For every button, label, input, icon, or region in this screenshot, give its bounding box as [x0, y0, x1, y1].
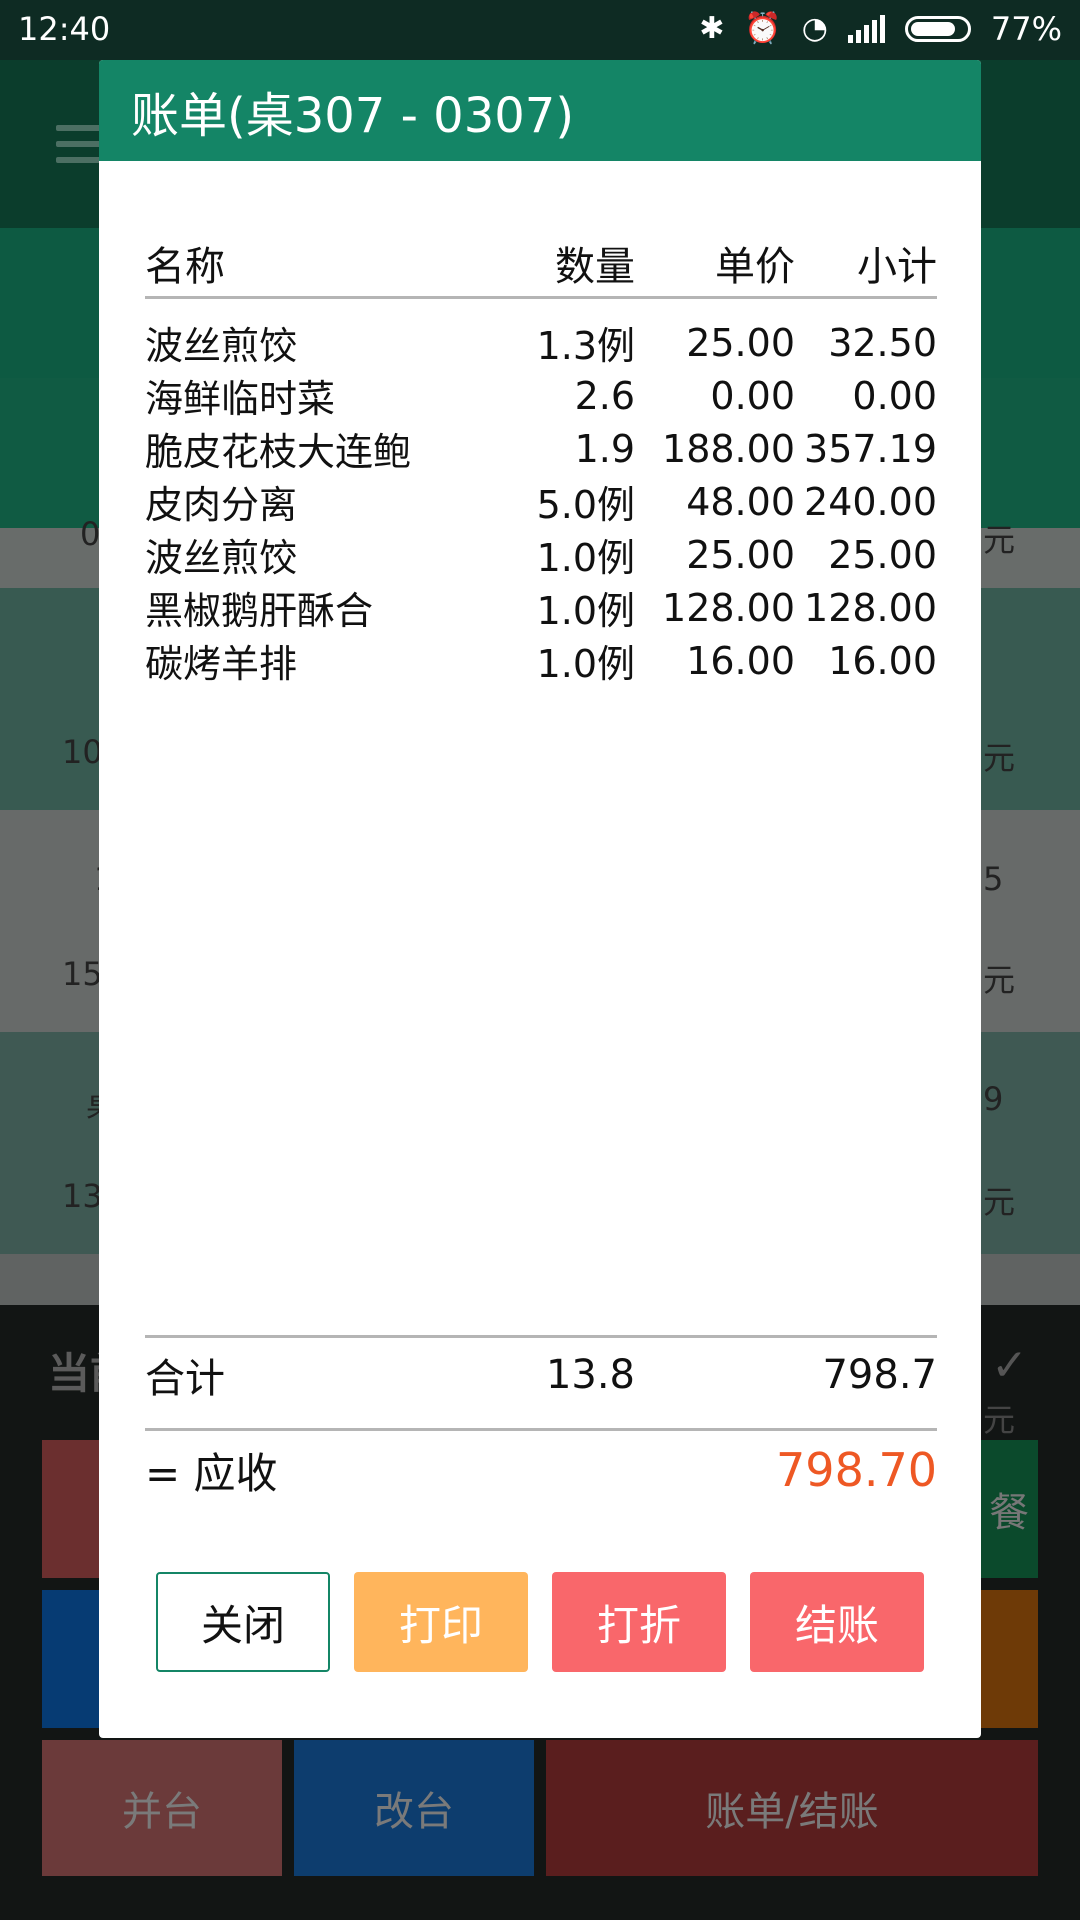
- background-text: 0: [80, 515, 101, 553]
- background-text: 元: [983, 521, 1016, 559]
- item-subtotal: 357.19: [804, 426, 937, 471]
- table-row[interactable]: 碳烤羊排 1.0例 16.00 16.00: [145, 634, 937, 687]
- bill-checkout-label: 账单/结账: [705, 1789, 879, 1835]
- status-icons: ✱ ⏰ ◔ 77%: [699, 10, 1062, 48]
- column-price: 单价: [715, 243, 795, 290]
- item-qty: 1.0例: [536, 536, 635, 580]
- discount-button-label: 打折: [596, 1600, 681, 1650]
- item-qty: 1.9: [574, 426, 635, 471]
- table-row[interactable]: 黑椒鹅肝酥合 1.0例 128.00 128.00: [145, 581, 937, 634]
- alarm-icon: ⏰: [744, 11, 782, 46]
- item-name: 脆皮花枝大连鲍: [145, 430, 412, 474]
- battery-percent: 77%: [990, 10, 1062, 48]
- item-price: 16.00: [686, 638, 795, 683]
- table-row[interactable]: 脆皮花枝大连鲍 1.9 188.00 357.19: [145, 422, 937, 475]
- item-name: 皮肉分离: [145, 483, 298, 527]
- item-subtotal: 128.00: [804, 585, 937, 630]
- menu-icon[interactable]: [56, 125, 104, 163]
- item-name: 波丝煎饺: [145, 324, 298, 368]
- change-table-label: 改台: [374, 1789, 454, 1835]
- bill-dialog: 账单(桌307 - 0307) 名称 数量 单价 小计 波丝煎饺 1.3例 25…: [99, 60, 981, 1738]
- column-qty: 数量: [555, 243, 635, 290]
- background-text: 13: [62, 1177, 103, 1215]
- close-button-label: 关闭: [200, 1600, 285, 1650]
- item-qty: 5.0例: [536, 483, 635, 527]
- item-price: 188.00: [662, 426, 795, 471]
- print-button-label: 打印: [398, 1600, 483, 1650]
- item-price: 25.00: [686, 320, 795, 365]
- background-text: 15: [62, 955, 103, 993]
- item-name: 黑椒鹅肝酥合: [145, 589, 374, 633]
- item-price: 25.00: [686, 532, 795, 577]
- change-table-button[interactable]: 改台: [294, 1740, 534, 1876]
- table-row[interactable]: 波丝煎饺 1.0例 25.00 25.00: [145, 528, 937, 581]
- item-name: 碳烤羊排: [145, 642, 298, 686]
- header-divider: [145, 296, 937, 299]
- status-time: 12:40: [18, 10, 111, 48]
- background-text: 元: [983, 739, 1016, 777]
- item-name: 波丝煎饺: [145, 536, 298, 580]
- discount-button[interactable]: 打折: [552, 1572, 726, 1672]
- tile-blue[interactable]: [42, 1590, 102, 1728]
- item-price: 48.00: [686, 479, 795, 524]
- amount-due-value: 798.70: [776, 1443, 937, 1497]
- merge-table-label: 并台: [122, 1789, 202, 1835]
- item-qty: 1.3例: [536, 324, 635, 368]
- checkout-button-label: 结账: [794, 1600, 879, 1650]
- item-qty: 1.0例: [536, 642, 635, 686]
- item-subtotal: 0.00: [852, 373, 937, 418]
- total-row: 合计 13.8 798.7: [145, 1340, 937, 1410]
- background-text: 5: [983, 860, 1004, 898]
- table-row[interactable]: 皮肉分离 5.0例 48.00 240.00: [145, 475, 937, 528]
- item-qty: 1.0例: [536, 589, 635, 633]
- table-row[interactable]: 波丝煎饺 1.3例 25.00 32.50: [145, 316, 937, 369]
- tile-red[interactable]: [42, 1440, 102, 1578]
- dialog-header: 账单(桌307 - 0307): [99, 60, 981, 161]
- table-header: 名称 数量 单价 小计: [145, 225, 937, 300]
- total-amount: 798.7: [822, 1352, 937, 1398]
- bill-checkout-button[interactable]: 账单/结账: [546, 1740, 1038, 1876]
- item-subtotal: 16.00: [828, 638, 937, 683]
- table-row[interactable]: 海鲜临时菜 2.6 0.00 0.00: [145, 369, 937, 422]
- total-divider-top: [145, 1335, 937, 1338]
- column-subtotal: 小计: [857, 243, 937, 290]
- item-subtotal: 25.00: [828, 532, 937, 577]
- item-qty: 2.6: [574, 373, 635, 418]
- item-price: 128.00: [662, 585, 795, 630]
- background-text: 元: [983, 1183, 1016, 1221]
- print-button[interactable]: 打印: [354, 1572, 528, 1672]
- total-label: 合计: [145, 1356, 225, 1402]
- signal-icon: [847, 15, 885, 43]
- amount-due-label: = 应收: [145, 1448, 278, 1498]
- items-table: 波丝煎饺 1.3例 25.00 32.50 海鲜临时菜 2.6 0.00 0.0…: [145, 316, 937, 687]
- background-text: 元: [983, 961, 1016, 999]
- item-price: 0.00: [710, 373, 795, 418]
- item-subtotal: 240.00: [804, 479, 937, 524]
- item-subtotal: 32.50: [828, 320, 937, 365]
- status-bar: 12:40 ✱ ⏰ ◔ 77%: [0, 0, 1080, 60]
- wifi-icon: ◔: [801, 11, 828, 46]
- column-name: 名称: [145, 243, 225, 290]
- battery-icon: [904, 16, 971, 42]
- amount-due-row: = 应收 798.70: [145, 1430, 937, 1510]
- bluetooth-icon: ✱: [699, 11, 725, 46]
- item-name: 海鲜临时菜: [145, 377, 336, 421]
- tile-label: 餐: [989, 1490, 1029, 1536]
- tile-orange[interactable]: [980, 1590, 1038, 1728]
- tile-green[interactable]: 餐: [980, 1440, 1038, 1578]
- total-qty: 13.8: [545, 1352, 635, 1398]
- background-text: 10: [62, 733, 103, 771]
- check-icon[interactable]: ✓: [991, 1340, 1028, 1391]
- merge-table-button[interactable]: 并台: [42, 1740, 282, 1876]
- close-button[interactable]: 关闭: [156, 1572, 330, 1672]
- dialog-title: 账单(桌307 - 0307): [131, 87, 575, 144]
- background-text: 元: [983, 1401, 1016, 1439]
- background-text: 9: [983, 1080, 1004, 1118]
- checkout-button[interactable]: 结账: [750, 1572, 924, 1672]
